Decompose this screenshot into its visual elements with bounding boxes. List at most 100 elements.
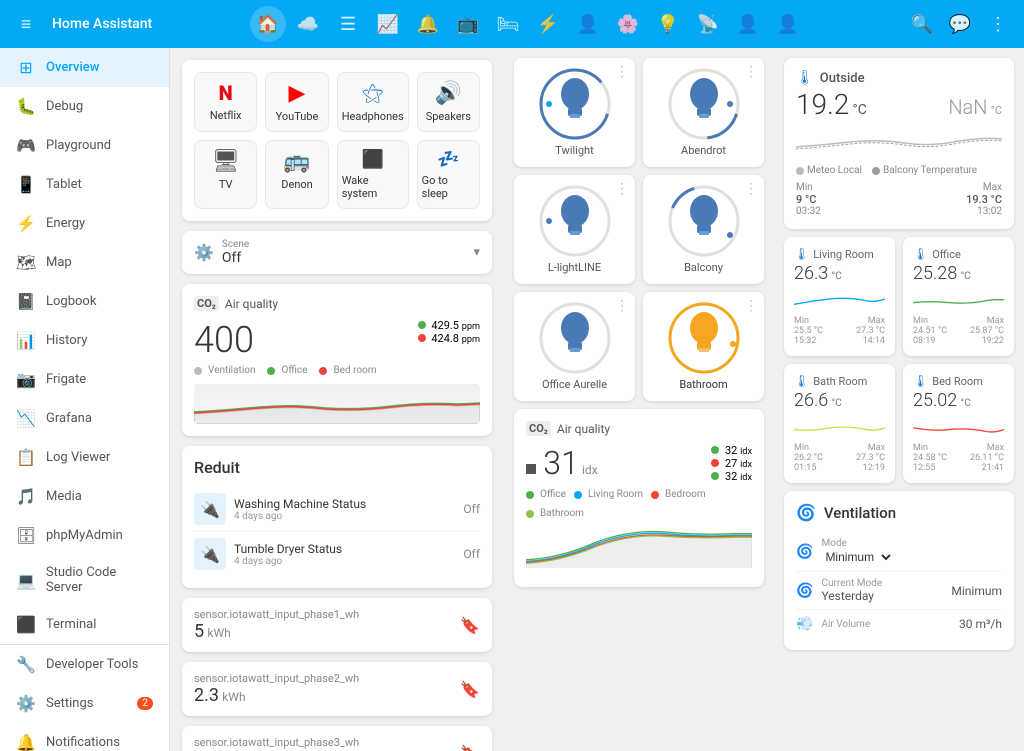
debug-icon: 🐛: [16, 97, 36, 116]
tv-button[interactable]: 🖥 TV: [194, 140, 257, 209]
nav-user2-icon[interactable]: 👤: [730, 6, 766, 42]
office-unit: °C: [960, 271, 970, 282]
sidebar-item-playground[interactable]: 🎮 Playground: [0, 126, 169, 165]
sidebar-item-grafana[interactable]: 📉 Grafana: [0, 399, 169, 438]
light-card-twilight[interactable]: ⋮ Twilight: [514, 58, 635, 167]
lr-temp-icon: 🌡: [794, 247, 809, 261]
sidebar-item-overview[interactable]: ⊞ Overview: [0, 48, 169, 87]
aq1-reading-1: 429.5 ppm: [418, 319, 480, 332]
light-card-office-aurelle[interactable]: ⋮ Office Aurelle: [514, 292, 635, 401]
chevron-down-icon[interactable]: ▾: [473, 245, 480, 260]
nav-person-icon[interactable]: 👤: [570, 6, 606, 42]
sidebar-item-terminal[interactable]: ⬛ Terminal: [0, 605, 169, 644]
llightline-menu-icon[interactable]: ⋮: [615, 181, 629, 197]
youtube-button[interactable]: ▶ YouTube: [265, 72, 328, 132]
nav-home-icon[interactable]: 🏠: [250, 6, 286, 42]
light-card-bathroom[interactable]: ⋮ Bathroom: [643, 292, 764, 401]
speakers-icon: 🔊: [435, 81, 462, 106]
twilight-menu-icon[interactable]: ⋮: [615, 64, 629, 80]
nav-weather-icon[interactable]: ☁️: [290, 6, 326, 42]
nav-menu-icon[interactable]: ☰: [330, 6, 366, 42]
bath-max-val: 27.3 °C: [856, 453, 885, 463]
co2-icon: CO₂: [194, 296, 219, 311]
outside-max-label: Max: [966, 182, 1002, 193]
sidebar-item-logbook[interactable]: 📓 Logbook: [0, 282, 169, 321]
sidebar-item-phpmyadmin[interactable]: 🗄 phpMyAdmin: [0, 516, 169, 555]
office-minmax-vals: 24.51 °C 25.87 °C: [913, 326, 1004, 336]
chat-icon[interactable]: 💬: [942, 6, 978, 42]
light-card-abendrot[interactable]: ⋮ Abendrot: [643, 58, 764, 167]
sensor-phase2-unit: kWh: [222, 690, 245, 704]
frigate-icon: 📷: [16, 370, 36, 389]
outside-title: Outside: [820, 71, 865, 86]
dryer-icon: 🔌: [194, 538, 226, 570]
sidebar-label-history: History: [46, 333, 87, 348]
sidebar-item-devtools[interactable]: 🔧 Developer Tools: [0, 645, 169, 684]
denon-label: Denon: [281, 178, 312, 191]
phpmyadmin-icon: 🗄: [16, 526, 36, 545]
sleep-icon: 💤: [437, 149, 459, 170]
sidebar-item-tablet[interactable]: 📱 Tablet: [0, 165, 169, 204]
balcony-menu-icon[interactable]: ⋮: [744, 181, 758, 197]
lights-panel: ⋮ Twilight ⋮: [504, 48, 774, 751]
aq2-legend-label-living: Living Room: [588, 489, 643, 500]
sidebar-item-studiocode[interactable]: 💻 Studio Code Server: [0, 555, 169, 605]
sidebar-item-notifications[interactable]: 🔔 Notifications: [0, 723, 169, 751]
nav-tv-icon[interactable]: 📺: [450, 6, 486, 42]
sidebar-item-energy[interactable]: ⚡ Energy: [0, 204, 169, 243]
more-icon[interactable]: ⋮: [980, 6, 1016, 42]
headphones-button[interactable]: ⚝ Headphones: [337, 72, 409, 132]
aq1-details: 429.5 ppm 424.8 ppm: [418, 319, 480, 345]
vent-current-value: Minimum: [951, 584, 1002, 598]
nav-energy-icon[interactable]: ⚡: [530, 6, 566, 42]
denon-button[interactable]: 🚌 Denon: [265, 140, 328, 209]
headphones-label: Headphones: [342, 110, 404, 123]
aq2-val-1: 32: [725, 444, 740, 457]
abendrot-menu-icon[interactable]: ⋮: [744, 64, 758, 80]
office-aurelle-menu-icon[interactable]: ⋮: [615, 298, 629, 314]
sidebar-item-map[interactable]: 🗺 Map: [0, 243, 169, 282]
office-temp-card: 🌡 Office 25.28 °C Min Max: [903, 237, 1014, 356]
sidebar-label-debug: Debug: [46, 99, 83, 114]
light-card-llightline[interactable]: ⋮ L-lightLINE: [514, 175, 635, 284]
nav-user3-icon[interactable]: 👤: [770, 6, 806, 42]
vent-mode-label: Mode: [821, 538, 894, 549]
lr-title: Living Room: [813, 248, 874, 261]
lr-minmax-times: 15:32 14:14: [794, 336, 885, 346]
nav-bulb-icon[interactable]: 💡: [650, 6, 686, 42]
sidebar-item-history[interactable]: 📊 History: [0, 321, 169, 360]
outside-nan-group: NaN °C: [948, 95, 1002, 119]
menu-icon[interactable]: ≡: [8, 6, 44, 42]
aq1-legend-label-2: Office: [281, 365, 307, 376]
sidebar-item-logviewer[interactable]: 📋 Log Viewer: [0, 438, 169, 477]
bath-min-val: 26.2 °C: [794, 453, 823, 463]
nav-flower-icon[interactable]: 🌸: [610, 6, 646, 42]
light-card-balcony[interactable]: ⋮ Balcony: [643, 175, 764, 284]
aq1-legend-label-3: Bed room: [333, 365, 376, 376]
search-icon[interactable]: 🔍: [904, 6, 940, 42]
nav-chart-icon[interactable]: 📈: [370, 6, 406, 42]
speakers-button[interactable]: 🔊 Speakers: [417, 72, 480, 132]
sidebar-item-settings[interactable]: ⚙️ Settings 2: [0, 684, 169, 723]
nav-radar-icon[interactable]: 📡: [690, 6, 726, 42]
netflix-button[interactable]: N Netflix: [194, 72, 257, 132]
nav-bed-icon[interactable]: 🛏: [490, 6, 526, 42]
bath-minmax-times: 01:15 12:19: [794, 463, 885, 473]
bookmark-icon-1[interactable]: 🔖: [460, 616, 480, 635]
office-title: Office: [932, 248, 961, 261]
aq2-dot-3: [711, 472, 719, 480]
bathroom-menu-icon[interactable]: ⋮: [744, 298, 758, 314]
bookmark-icon-2[interactable]: 🔖: [460, 680, 480, 699]
sidebar-item-frigate[interactable]: 📷 Frigate: [0, 360, 169, 399]
bed-chart: [913, 415, 1004, 439]
sidebar-label-map: Map: [46, 255, 72, 270]
sidebar-item-debug[interactable]: 🐛 Debug: [0, 87, 169, 126]
vent-mode-select[interactable]: Minimum Medium Maximum: [821, 549, 894, 565]
sidebar-item-media[interactable]: 🎵 Media: [0, 477, 169, 516]
media-grid: N Netflix ▶ YouTube ⚝ Headphones 🔊 Speak…: [194, 72, 480, 209]
nav-bell-icon[interactable]: 🔔: [410, 6, 446, 42]
youtube-label: YouTube: [276, 110, 319, 123]
sleep-button[interactable]: 💤 Go to sleep: [417, 140, 480, 209]
bookmark-icon-3[interactable]: 🔖: [460, 744, 480, 751]
wake-button[interactable]: ⬛ Wake system: [337, 140, 409, 209]
